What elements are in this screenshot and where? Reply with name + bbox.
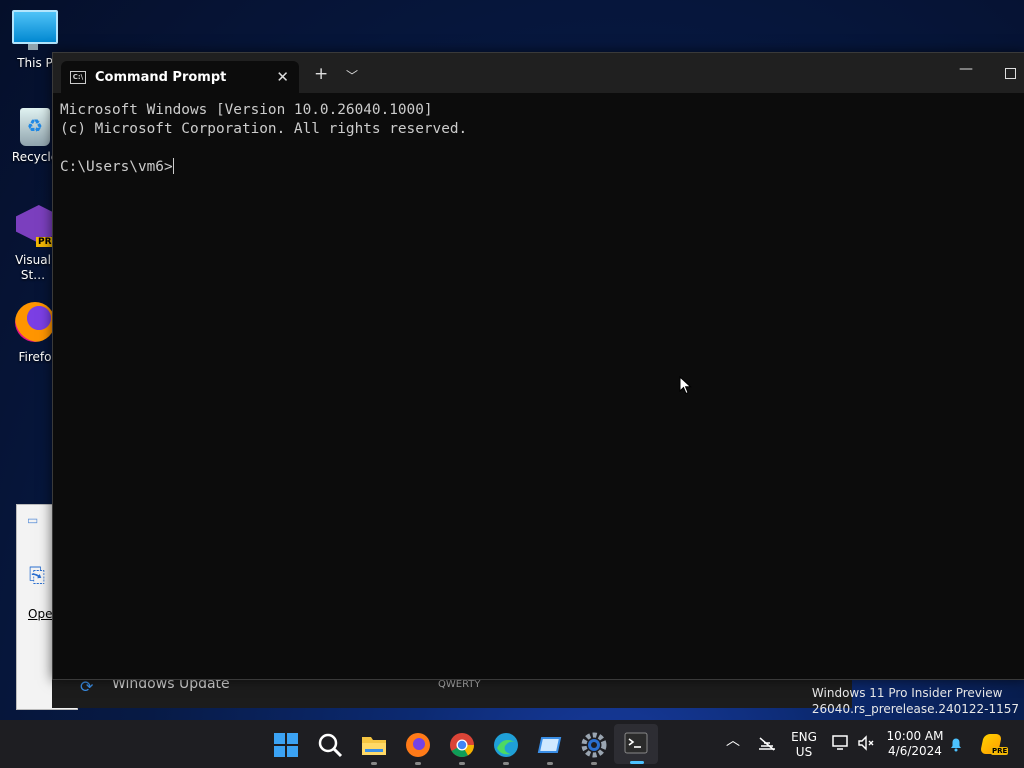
network-disconnected-icon[interactable] — [757, 737, 777, 751]
pre-badge: PRE — [991, 747, 1009, 755]
terminal-window[interactable]: C:\ Command Prompt ✕ + ﹀ — Microsoft Win… — [52, 52, 1024, 680]
file-explorer-icon[interactable] — [361, 732, 387, 758]
installer-icon: ⎘ — [29, 563, 45, 587]
dialog-app-icon: ▭ — [27, 513, 39, 527]
keyboard-layout-label: QWERTY — [438, 679, 481, 690]
running-indicator — [591, 762, 597, 765]
minimize-button[interactable]: — — [959, 61, 973, 77]
volume-muted-icon[interactable] — [857, 735, 875, 751]
chevron-down-icon[interactable]: ﹀ — [346, 67, 358, 84]
new-tab-button[interactable]: + — [314, 64, 328, 84]
terminal-icon — [624, 732, 648, 754]
console-output[interactable]: Microsoft Windows [Version 10.0.26040.10… — [60, 101, 467, 177]
notification-bell-icon[interactable] — [948, 736, 964, 752]
settings-icon[interactable] — [581, 732, 607, 758]
open-link[interactable]: Ope — [28, 607, 52, 621]
console-prompt: C:\Users\vm6> — [60, 159, 173, 175]
active-indicator — [630, 761, 644, 764]
preview-badge: PR — [36, 237, 54, 247]
running-indicator — [371, 762, 377, 765]
clock[interactable]: 10:00 AM 4/6/2024 — [884, 729, 946, 759]
firefox-icon — [15, 302, 55, 342]
language-indicator[interactable]: ENG US — [789, 730, 819, 760]
chrome-icon[interactable] — [449, 732, 475, 758]
mouse-pointer-icon — [679, 376, 692, 395]
start-icon[interactable] — [273, 732, 299, 758]
app-installer-icon[interactable] — [537, 732, 563, 758]
os-watermark: Windows 11 Pro Insider Preview 26040.rs_… — [812, 685, 1019, 717]
watermark-line-1: Windows 11 Pro Insider Preview — [811, 686, 1003, 700]
console-line-copyright: (c) Microsoft Corporation. All rights re… — [60, 121, 468, 137]
clock-date: 4/6/2024 — [888, 744, 942, 758]
running-indicator — [503, 762, 509, 765]
close-tab-icon[interactable]: ✕ — [276, 68, 289, 86]
clock-time: 10:00 AM — [886, 729, 944, 743]
search-icon[interactable] — [317, 732, 343, 758]
running-indicator — [459, 762, 465, 765]
tab-command-prompt[interactable]: C:\ Command Prompt ✕ — [61, 61, 299, 93]
display-icon[interactable] — [832, 735, 850, 751]
maximize-button[interactable] — [1005, 68, 1016, 79]
edge-icon[interactable] — [493, 732, 519, 758]
chevron-up-icon[interactable]: ︿ — [726, 734, 740, 749]
language-top: ENG — [791, 730, 817, 744]
running-indicator — [415, 762, 421, 765]
monitor-icon — [12, 10, 58, 50]
cmd-icon: C:\ — [70, 71, 86, 84]
terminal-taskbar-button[interactable] — [614, 724, 658, 764]
language-bottom: US — [795, 745, 813, 759]
recycle-bin-icon: ♻ — [20, 108, 50, 146]
watermark-line-2: 26040.rs_prerelease.240122-1157 — [811, 702, 1019, 716]
text-caret — [172, 158, 174, 174]
copilot-preview-icon[interactable]: PRE — [979, 732, 1009, 758]
console-line-version: Microsoft Windows [Version 10.0.26040.10… — [60, 102, 433, 118]
running-indicator — [547, 762, 553, 765]
title-bar[interactable]: C:\ Command Prompt ✕ + ﹀ — — [53, 53, 1024, 93]
firefox-icon[interactable] — [405, 732, 431, 758]
tab-title: Command Prompt — [95, 70, 227, 85]
